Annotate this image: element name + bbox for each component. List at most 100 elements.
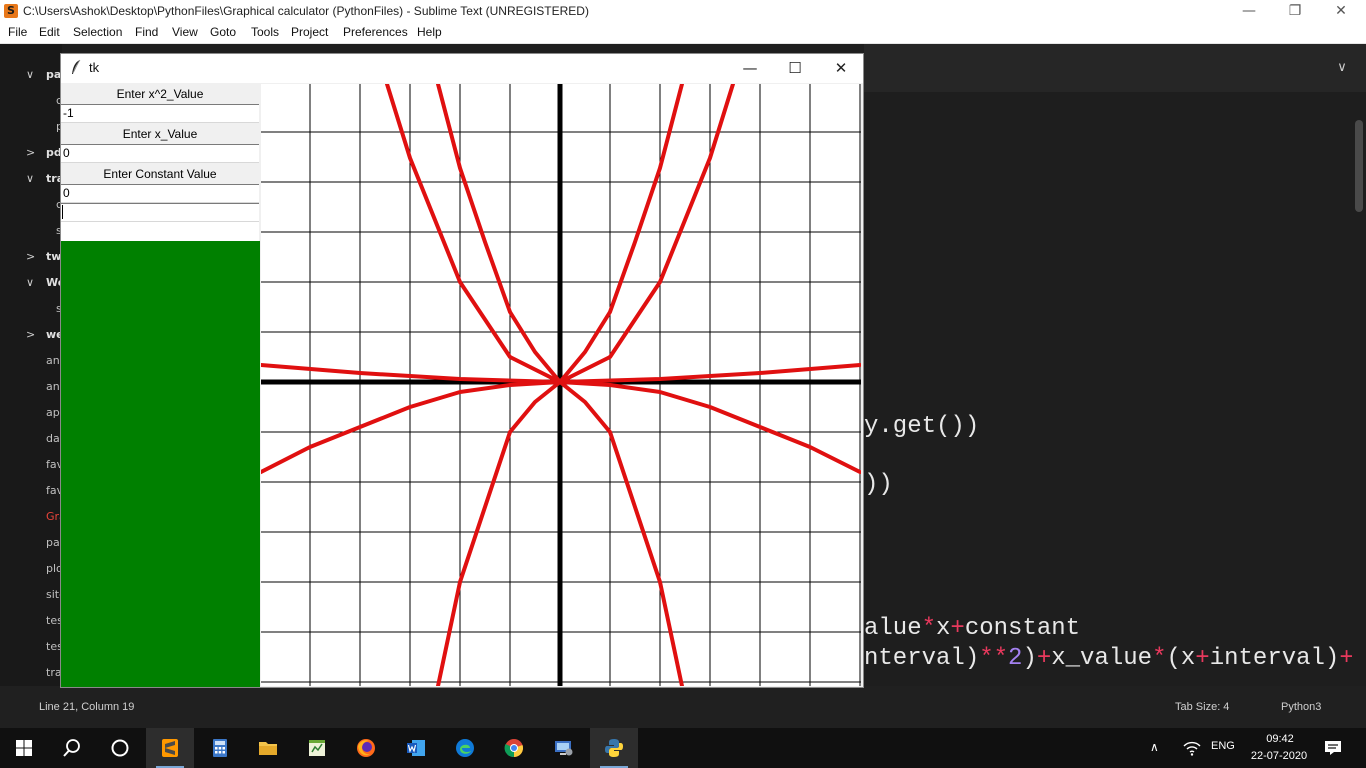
sidebar-item[interactable]: site — [0, 582, 62, 608]
sidebar-item[interactable]: dat — [0, 426, 62, 452]
sidebar-item[interactable]: ∨We — [0, 270, 62, 296]
constant-value-input[interactable]: 0 — [61, 184, 259, 203]
extra-input[interactable] — [61, 203, 259, 222]
taskbar-chrome[interactable] — [490, 728, 538, 768]
notifications-icon[interactable] — [1324, 739, 1342, 757]
language-indicator[interactable]: ENG — [1211, 740, 1235, 752]
windows-icon — [16, 740, 32, 756]
word-icon — [407, 740, 425, 756]
search-icon — [63, 739, 80, 757]
blank-field — [61, 222, 259, 241]
sublime-app-icon: S — [4, 4, 18, 18]
chevron-down-icon: ∨ — [26, 276, 35, 289]
menu-tools[interactable]: Tools — [251, 25, 279, 39]
sidebar-item[interactable]: tes — [0, 608, 62, 634]
sidebar-item[interactable]: > we — [0, 322, 62, 348]
sidebar-item[interactable]: p — [0, 114, 62, 140]
taskbar-file-explorer[interactable] — [244, 728, 292, 768]
sidebar-item[interactable]: s — [0, 218, 62, 244]
search-button[interactable] — [48, 728, 96, 768]
python-icon — [605, 739, 623, 757]
sidebar: ∨pacp>pd∨tracs>tw∨Wes>weandandappdatfavf… — [0, 44, 62, 686]
chevron-right-icon: > — [26, 250, 36, 263]
menu-edit[interactable]: Edit — [39, 25, 60, 39]
sidebar-item[interactable]: tra — [0, 660, 62, 686]
code-line: )) — [864, 471, 893, 498]
scrollbar-thumb[interactable] — [1355, 120, 1363, 212]
control-panel-icon — [555, 741, 573, 756]
code-line: alue*x+constant — [864, 615, 1081, 642]
menu-file[interactable]: File — [8, 25, 27, 39]
sidebar-item[interactable]: ∨tra — [0, 166, 62, 192]
sidebar-item[interactable]: fav — [0, 478, 62, 504]
taskbar-control-panel[interactable] — [540, 728, 588, 768]
restore-icon[interactable]: ❐ — [1272, 0, 1318, 23]
menu-preferences[interactable]: Preferences — [343, 25, 408, 39]
sidebar-item[interactable]: c — [0, 88, 62, 114]
menu-goto[interactable]: Goto — [210, 25, 236, 39]
sidebar-item[interactable]: fav — [0, 452, 62, 478]
chevron-up-icon[interactable]: ∧ — [1150, 740, 1159, 754]
notepad-icon — [309, 740, 325, 756]
code-editor[interactable]: y.get()) )) alue*x+constant nterval)**2)… — [864, 92, 1352, 686]
calculator-icon — [213, 739, 227, 757]
taskbar-notepad[interactable] — [293, 728, 341, 768]
sidebar-item[interactable]: app — [0, 400, 62, 426]
chevron-down-icon[interactable]: ∨ — [1330, 56, 1354, 80]
sidebar-item[interactable]: ∨ pa — [0, 62, 62, 88]
sidebar-item[interactable]: c — [0, 192, 62, 218]
menu-selection[interactable]: Selection — [73, 25, 122, 39]
sidebar-item[interactable]: and — [0, 374, 62, 400]
clock-time[interactable]: 09:42 — [1252, 733, 1308, 745]
status-bar — [0, 686, 1366, 728]
minimize-icon[interactable]: — — [1226, 0, 1272, 23]
menu-view[interactable]: View — [172, 25, 198, 39]
taskbar-python[interactable] — [590, 728, 638, 768]
code-line: y.get()) — [864, 413, 980, 440]
taskbar-firefox[interactable] — [342, 728, 390, 768]
menu-find[interactable]: Find — [135, 25, 158, 39]
sidebar-item[interactable]: plo — [0, 556, 62, 582]
taskbar-sublime[interactable] — [146, 728, 194, 768]
tk-maximize-icon[interactable]: ☐ — [772, 54, 818, 82]
start-button[interactable] — [0, 728, 48, 768]
sublime-window-title: C:\Users\Ashok\Desktop\PythonFiles\Graph… — [23, 4, 589, 18]
graph-canvas[interactable] — [261, 84, 861, 686]
taskbar-word[interactable] — [392, 728, 440, 768]
sidebar-item[interactable]: > tw — [0, 244, 62, 270]
sidebar-item[interactable]: Gra — [0, 504, 62, 530]
syntax-selector[interactable]: Python3 — [1281, 701, 1321, 713]
code-line: nterval)**2)+x_value*(x+interval)+co — [864, 645, 1352, 672]
tk-close-icon[interactable]: ✕ — [818, 54, 864, 82]
tk-minimize-icon[interactable]: — — [727, 54, 773, 82]
sublime-icon — [162, 739, 178, 757]
taskbar-edge[interactable] — [441, 728, 489, 768]
x2-value-label: Enter x^2_Value — [61, 85, 259, 103]
tab-bar — [864, 44, 1366, 92]
chrome-icon — [504, 739, 524, 758]
sidebar-item[interactable]: tes — [0, 634, 62, 660]
text-cursor — [62, 205, 63, 219]
menu-help[interactable]: Help — [417, 25, 442, 39]
file-explorer-icon — [259, 742, 277, 755]
close-icon[interactable]: ✕ — [1318, 0, 1364, 23]
sidebar-item[interactable]: s — [0, 296, 62, 322]
wifi-icon[interactable] — [1183, 740, 1201, 756]
firefox-icon — [357, 739, 375, 757]
sidebar-item[interactable]: > pd — [0, 140, 62, 166]
sidebar-item[interactable]: and — [0, 348, 62, 374]
taskbar-calculator[interactable] — [196, 728, 244, 768]
sidebar-item[interactable]: pas — [0, 530, 62, 556]
x2-value-input[interactable]: -1 — [61, 104, 259, 123]
cortana-icon — [111, 739, 129, 757]
menu-bar: File Edit Selection Find View Goto Tools… — [0, 23, 1366, 44]
cursor-position: Line 21, Column 19 — [39, 701, 135, 713]
tab-size[interactable]: Tab Size: 4 — [1175, 701, 1229, 713]
x-value-input[interactable]: 0 — [61, 144, 259, 163]
menu-project[interactable]: Project — [291, 25, 328, 39]
chevron-down-icon: ∨ — [26, 172, 35, 185]
edge-icon — [456, 739, 474, 757]
cortana-button[interactable] — [96, 728, 144, 768]
clock-date[interactable]: 22-07-2020 — [1246, 750, 1312, 762]
tk-window-title: tk — [89, 60, 100, 75]
